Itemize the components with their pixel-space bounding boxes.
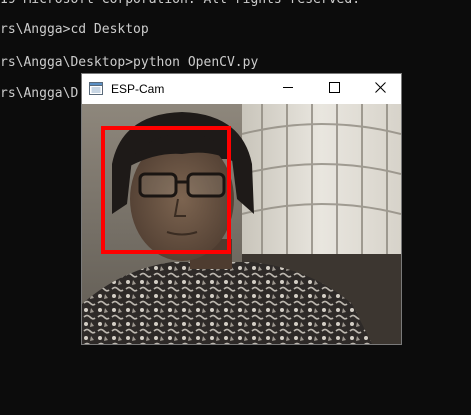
minimize-button[interactable]: [265, 74, 311, 104]
window-title: ESP-Cam: [111, 82, 165, 96]
camera-frame: [82, 104, 401, 344]
terminal-line-copyright: 19 Microsoft Corporation. All rights res…: [0, 0, 360, 8]
window-app-icon: [89, 82, 103, 95]
terminal-line-python: rs\Angga\Desktop>python OpenCV.py: [0, 55, 259, 70]
maximize-icon: [328, 80, 340, 98]
window-titlebar[interactable]: ESP-Cam: [82, 74, 401, 104]
camera-feed: [82, 104, 401, 344]
close-button[interactable]: [357, 74, 403, 104]
maximize-button[interactable]: [311, 74, 357, 104]
close-icon: [374, 80, 386, 98]
window-background: [242, 104, 401, 254]
minimize-icon: [282, 80, 294, 98]
esp-cam-window[interactable]: ESP-Cam: [81, 73, 402, 345]
terminal-line-prompt: rs\Angga\D: [0, 86, 79, 101]
terminal-line-cd: rs\Angga>cd Desktop: [0, 22, 149, 37]
